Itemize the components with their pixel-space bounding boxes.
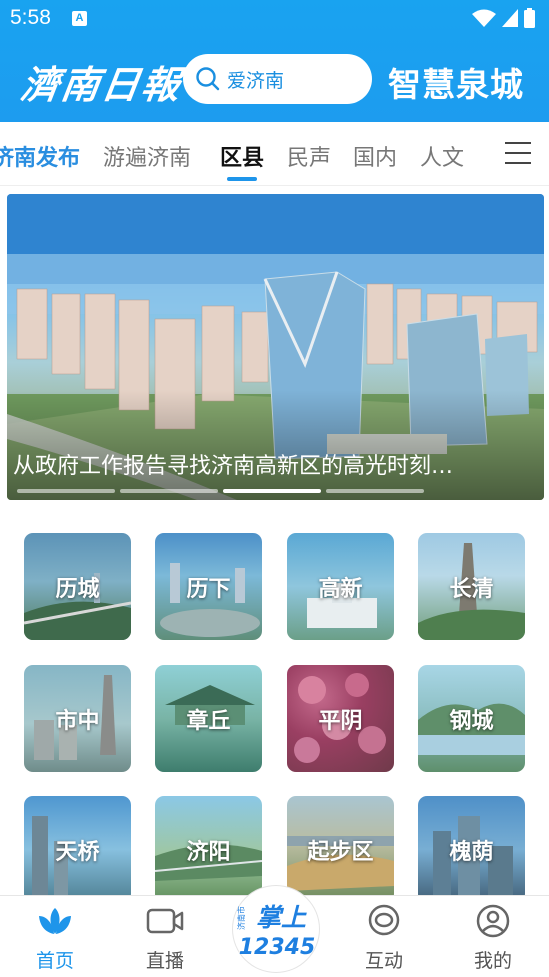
- app-header: 5:58 A 濟南日報 爱济南 智慧泉城: [0, 0, 549, 122]
- tab-culture[interactable]: 人文: [420, 140, 464, 172]
- search-bar[interactable]: 爱济南: [183, 54, 372, 104]
- status-icons: [472, 8, 535, 28]
- battery-icon: [524, 8, 535, 28]
- carousel-dot[interactable]: [17, 489, 115, 493]
- district-tile-licheng[interactable]: 历城: [24, 533, 131, 640]
- status-bar: 5:58 A: [0, 0, 549, 38]
- banner-caption: 从政府工作报告寻找济南高新区的高光时刻…: [13, 454, 454, 479]
- district-label: 历城: [55, 576, 100, 602]
- user-icon: [476, 904, 510, 938]
- tab-public-voice[interactable]: 民声: [287, 140, 331, 172]
- district-tile-changqing[interactable]: 长清: [418, 533, 525, 640]
- tab-travel-jinan[interactable]: 游遍济南: [103, 140, 191, 172]
- chat-bubble-icon: [368, 904, 400, 936]
- search-icon: [196, 67, 220, 91]
- wifi-icon: [472, 9, 496, 27]
- district-tile-lixia[interactable]: 历下: [155, 533, 262, 640]
- menu-icon[interactable]: [505, 142, 531, 164]
- district-tile-huaiyin[interactable]: 槐荫: [418, 796, 525, 903]
- svg-text:济南市: 济南市: [236, 906, 246, 930]
- notification-icon: A: [72, 11, 87, 26]
- nav-label: 互动: [364, 950, 403, 972]
- district-tile-pingyin[interactable]: 平阴: [287, 665, 394, 772]
- carousel-dot[interactable]: [326, 489, 424, 493]
- district-tile-zhangqiu[interactable]: 章丘: [155, 665, 262, 772]
- tab-domestic[interactable]: 国内: [353, 140, 397, 172]
- banner-overlay: [7, 390, 544, 500]
- nav-label: 首页: [35, 950, 74, 972]
- district-tile-shizhong[interactable]: 市中: [24, 665, 131, 772]
- home-lotus-icon: [39, 908, 71, 934]
- district-label: 历下: [186, 576, 231, 602]
- svg-text:12345: 12345: [239, 935, 316, 960]
- district-label: 天桥: [55, 839, 100, 865]
- hotline-12345-button[interactable]: 掌上 12345 济南市: [233, 886, 319, 972]
- nav-label: 直播: [145, 950, 184, 972]
- tab-districts[interactable]: 区县: [220, 140, 264, 172]
- district-label: 钢城: [449, 708, 494, 734]
- active-tab-indicator: [227, 177, 257, 181]
- signal-icon: [502, 9, 518, 27]
- district-label: 章丘: [186, 708, 231, 734]
- jinan-daily-logo[interactable]: 濟南日報: [18, 54, 186, 109]
- district-tile-tianqiao[interactable]: 天桥: [24, 796, 131, 903]
- district-label: 平阴: [318, 708, 363, 734]
- search-placeholder: 爱济南: [227, 69, 285, 92]
- nav-label: 我的: [473, 950, 512, 972]
- status-time: 5:58: [10, 6, 51, 29]
- district-label: 长清: [449, 576, 494, 602]
- nav-profile[interactable]: 我的: [453, 904, 533, 973]
- district-label: 高新: [318, 576, 363, 602]
- headline-banner[interactable]: 从政府工作报告寻找济南高新区的高光时刻…: [7, 194, 544, 500]
- nav-interact[interactable]: 互动: [344, 904, 424, 973]
- hotline-12345-logo: 掌上 12345 济南市: [236, 903, 316, 960]
- district-tile-gangcheng[interactable]: 钢城: [418, 665, 525, 772]
- smart-city-logo[interactable]: 智慧泉城: [388, 58, 524, 106]
- nav-home[interactable]: 首页: [15, 904, 95, 973]
- carousel-indicator: [17, 489, 424, 493]
- district-tile-gaoxin[interactable]: 高新: [287, 533, 394, 640]
- carousel-dot[interactable]: [120, 489, 218, 493]
- tab-jinan-release[interactable]: 济南发布: [0, 140, 80, 172]
- district-label: 市中: [55, 708, 100, 734]
- carousel-dot-active[interactable]: [223, 489, 321, 493]
- district-label: 槐荫: [449, 839, 494, 865]
- channel-tabs: 济南发布 游遍济南 区县 民声 国内 人文: [0, 122, 549, 186]
- svg-text:掌上: 掌上: [256, 903, 307, 932]
- video-camera-icon: [146, 908, 184, 934]
- nav-live[interactable]: 直播: [125, 904, 205, 973]
